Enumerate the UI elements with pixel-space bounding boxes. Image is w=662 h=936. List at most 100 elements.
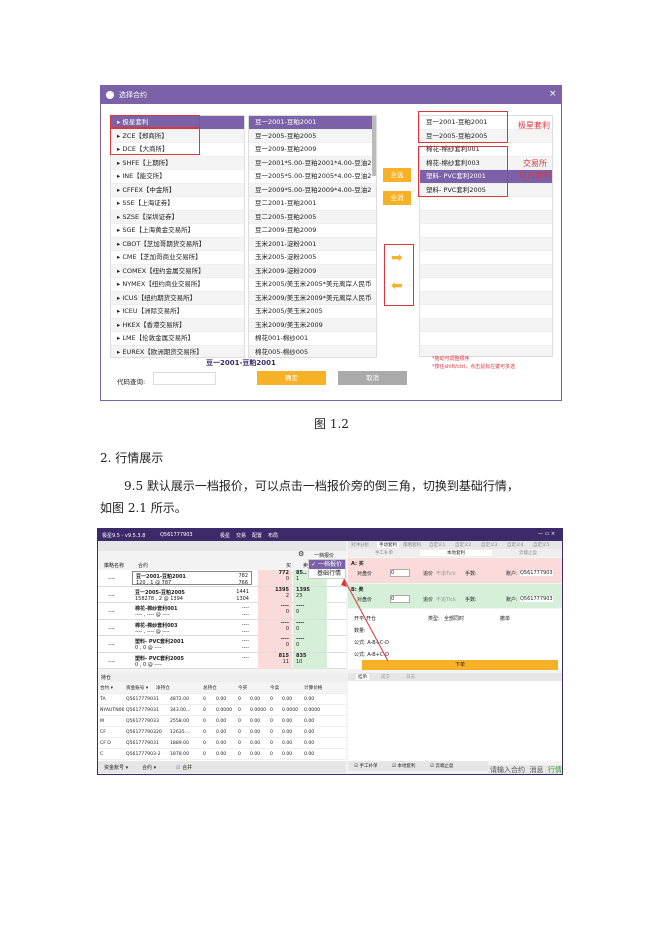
quote-row[interactable]: ---- 棉花-棉纱套利003 ---- , ---- @ ---- ---- ----… — [98, 619, 346, 636]
ok-button[interactable]: 确定 — [257, 371, 326, 385]
bid-cell[interactable]: ---- 0 — [258, 636, 292, 652]
column-header[interactable]: 今买 — [238, 683, 247, 694]
selected-item[interactable] — [420, 305, 552, 319]
account-filter[interactable]: 资金账号 ▾ — [104, 764, 128, 771]
bid-cell[interactable]: ---- 0 — [258, 603, 292, 619]
contract-item[interactable]: 豆一2009*5.00-豆粕2009*4.00-豆油2 — [249, 183, 376, 197]
selected-item[interactable] — [420, 210, 552, 224]
acct-select[interactable]: Q561777903 — [520, 570, 553, 576]
ask-cell[interactable]: ---- 0 — [293, 603, 327, 619]
exchange-item[interactable]: ▸ CBOT【芝加哥期货交易所】 — [111, 237, 244, 251]
order-tab-0[interactable]: 挂单 — [356, 674, 369, 680]
exchange-item[interactable]: ▸ INE【能交所】 — [111, 170, 244, 184]
contract-item[interactable]: 棉花005-棉纱005 — [249, 345, 376, 357]
exchange-item[interactable]: ▸ SGE【上海黄金交易所】 — [111, 224, 244, 238]
deselect-all-button[interactable]: 全消 — [383, 191, 411, 205]
exchange-item[interactable]: ▸ SSE【上海证券】 — [111, 197, 244, 211]
contract-item[interactable]: 棉花001-棉纱001 — [249, 332, 376, 346]
bid-cell[interactable]: 815 11 — [258, 652, 292, 669]
ask-cell[interactable]: ---- 0 — [293, 636, 327, 652]
panel-checkbox[interactable]: ☑ 云端止盈 — [430, 763, 453, 769]
column-header[interactable]: 净持仓 — [156, 683, 170, 694]
quote-row[interactable]: ---- 塑料- PVC套利2005 0 , 0 @ ---- ---- 815 11 83… — [98, 652, 346, 669]
order-tab-1[interactable]: 成交 — [381, 674, 390, 680]
acct-select[interactable]: Q561777903 — [520, 596, 553, 602]
position-row[interactable]: CF O Q561777903 1 1889.00 0 0.00 0 0.00 0 0.00 0.0… — [98, 738, 346, 749]
tab-2[interactable]: 策略套利 — [403, 542, 421, 548]
selected-item[interactable] — [420, 237, 552, 251]
position-row[interactable]: TA Q561777903 1 4872.00 0 0.00 0 0.00 0 0.00 0.00 — [98, 694, 346, 705]
menu-item[interactable]: 交易 — [236, 532, 246, 539]
exchange-item[interactable]: ▸ COMEX【纽约金属交易所】 — [111, 264, 244, 278]
exchange-item[interactable]: ▸ EUREX【欧洲期货交易所】 — [111, 345, 244, 357]
window-controls[interactable]: — ▭ × — [538, 531, 555, 537]
column-header[interactable]: 计算价格 — [304, 683, 322, 694]
price-select[interactable]: 对盘价 — [357, 570, 372, 577]
position-row[interactable]: NYAUTN06 Q561777903 1 343.00... 0 0.0000 0 0.00… — [98, 705, 346, 716]
contract-cell[interactable]: 塑料- PVC套利2001 0 , 0 @ ---- ---- ---- — [132, 637, 252, 651]
subtab-1[interactable]: 本地套利 — [420, 550, 492, 556]
exchange-item[interactable]: ▸ NYMEX【纽约商业交易所】 — [111, 278, 244, 292]
selected-item[interactable] — [420, 291, 552, 305]
subtab-0[interactable]: 手工补单 — [348, 550, 420, 556]
delay-value[interactable]: 不追Tick — [436, 570, 456, 577]
bid-cell[interactable]: 772 0 — [258, 570, 292, 586]
close-icon[interactable]: × — [549, 89, 557, 99]
contract-item[interactable]: 玉米2009/美玉米2009 — [249, 318, 376, 332]
order-tab-2[interactable]: 日志 — [406, 674, 415, 680]
exchange-item[interactable]: ▸ CFFEX【中金所】 — [111, 183, 244, 197]
tab-5[interactable]: 自定义3 — [481, 542, 497, 548]
contract-item[interactable]: 豆二2009-豆粕2009 — [249, 224, 376, 238]
menu-item[interactable]: 配置 — [252, 532, 262, 539]
bid-cell[interactable]: ---- 0 — [258, 619, 292, 636]
column-header[interactable]: 合约 ▾ — [100, 683, 113, 694]
tab-3[interactable]: 自定义1 — [429, 542, 445, 548]
search-input[interactable] — [153, 372, 216, 385]
contract-item[interactable]: 玉米2001-淀粉2001 — [249, 237, 376, 251]
gear-icon[interactable]: ⚙ — [298, 550, 304, 558]
offset-input[interactable]: 0 — [390, 595, 410, 603]
menu-item-one-level[interactable]: ✓ 一档报价 — [309, 560, 345, 569]
contract-cell[interactable]: 豆一2001-豆粕2001 120 , 1 @ 787 782 766 — [132, 571, 252, 586]
quote-row[interactable]: ---- 塑料- PVC套利2001 0 , 0 @ ---- ---- ---- ---… — [98, 636, 346, 653]
selected-item[interactable] — [420, 197, 552, 211]
contract-item[interactable]: 豆一2009-豆粕2009 — [249, 143, 376, 157]
scrollbar[interactable] — [372, 116, 376, 176]
contract-item[interactable]: 豆二2001-豆粕2001 — [249, 197, 376, 211]
tab-7[interactable]: 自定义5 — [533, 542, 549, 548]
status-item[interactable]: 请输入合约 — [490, 766, 525, 774]
ask-cell[interactable]: 1395 23 — [293, 586, 327, 603]
exchange-item[interactable]: ▸ SZSE【深圳证券】 — [111, 210, 244, 224]
contract-item[interactable]: 玉米2005/美玉米2005*美元离岸人民币 — [249, 278, 376, 292]
cancel-button[interactable]: 取消 — [338, 371, 407, 385]
contract-item[interactable]: 豆二2005-豆粕2005 — [249, 210, 376, 224]
selected-item[interactable] — [420, 278, 552, 292]
type-select[interactable]: 全部同时 — [444, 615, 464, 622]
contract-item[interactable]: 豆一2005-豆粕2005 — [249, 129, 376, 143]
ask-cell[interactable]: ---- 0 — [293, 619, 327, 636]
exchange-item[interactable]: ▸ ICEU【洲际交易所】 — [111, 305, 244, 319]
menu-item-basic[interactable]: 基础行情 — [309, 569, 345, 578]
menu-item[interactable]: 极星 — [220, 532, 230, 539]
exchange-item[interactable]: ▸ ICUS【纽约期货交易所】 — [111, 291, 244, 305]
select-all-button[interactable]: 全选 — [383, 168, 411, 182]
arrow-right-icon[interactable]: ➡ — [391, 250, 403, 266]
tab-0[interactable]: 对冲分析 — [351, 542, 369, 548]
contract-item[interactable]: 玉米2009-淀粉2009 — [249, 264, 376, 278]
contract-cell[interactable]: 塑料- PVC套利2005 0 , 0 @ ---- ---- — [132, 654, 252, 668]
ask-cell[interactable]: 835 10 — [293, 652, 327, 669]
tab-1[interactable]: 手动套利 — [377, 542, 399, 548]
order-button[interactable]: 下单 — [362, 660, 558, 670]
merge-checkbox[interactable]: ☑ 合并 — [176, 764, 192, 771]
selected-item[interactable] — [420, 264, 552, 278]
exchange-item[interactable]: ▸ LME【伦敦金属交易所】 — [111, 332, 244, 346]
selected-item[interactable] — [420, 318, 552, 332]
contract-item[interactable]: 玉米2009/美玉米2009*美元离岸人民币 — [249, 291, 376, 305]
price-select[interactable]: 对盘价 — [357, 596, 372, 603]
selected-item[interactable] — [420, 251, 552, 265]
tab-4[interactable]: 自定义2 — [455, 542, 471, 548]
delay-value[interactable]: 不追Tick — [436, 596, 456, 603]
contract-filter[interactable]: 合约 ▾ — [142, 764, 156, 771]
selected-item[interactable] — [420, 224, 552, 238]
column-header[interactable]: 总持仓 — [203, 683, 217, 694]
